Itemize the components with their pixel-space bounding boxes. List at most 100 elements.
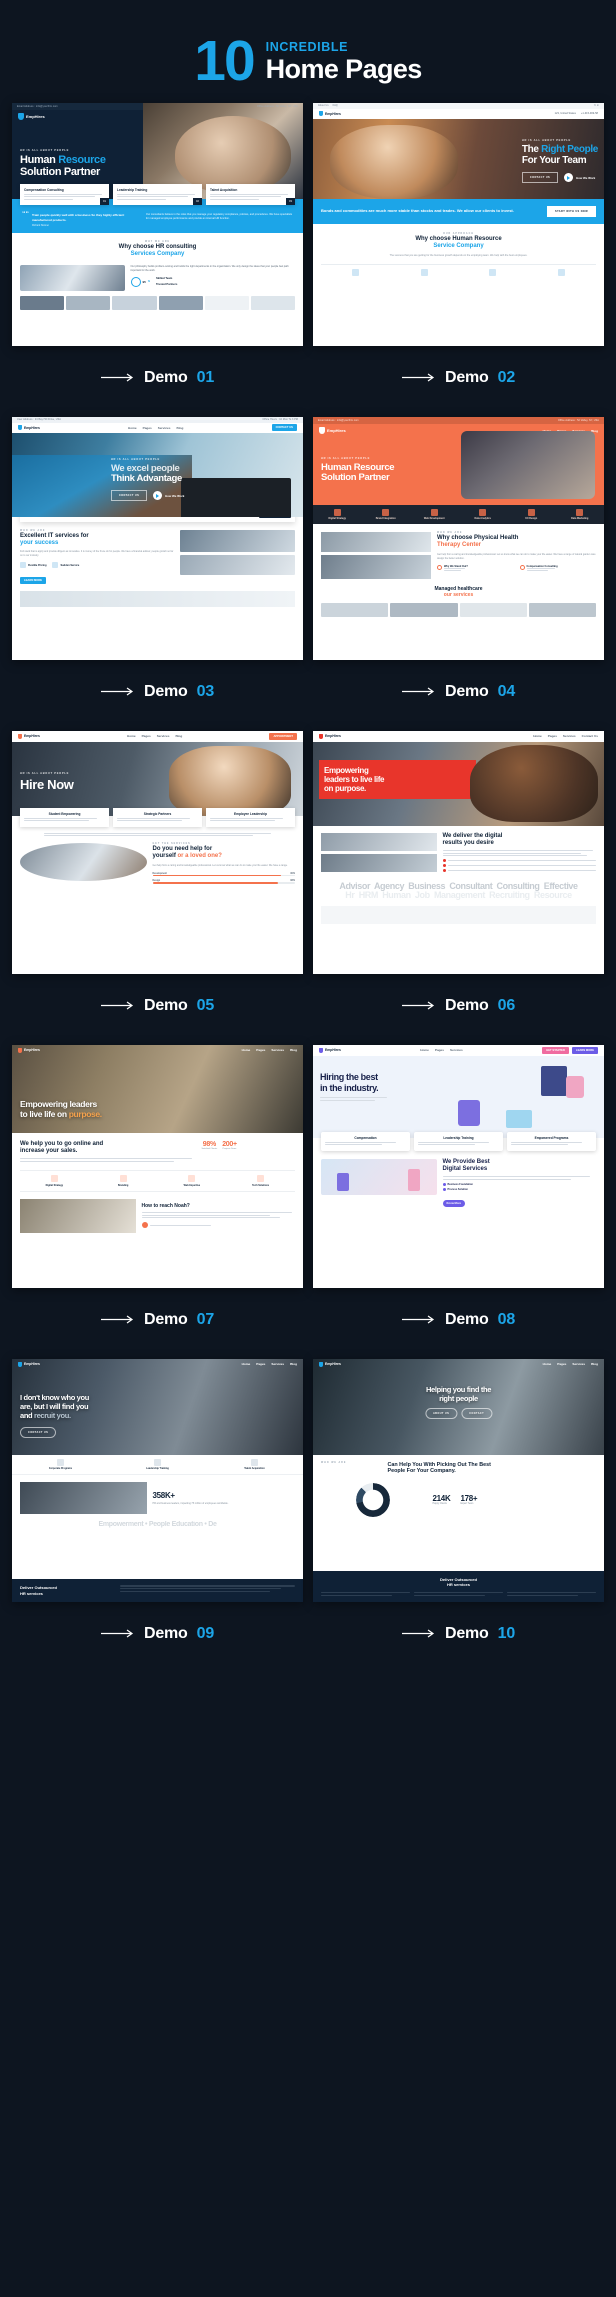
- demo-cell-10[interactable]: EmpHires Home Pages Services Blog Helpin…: [313, 1358, 604, 1673]
- nav-item-pages[interactable]: Pages: [142, 734, 151, 738]
- navbar-06[interactable]: EmpHires Home Pages Services Contact Us: [313, 730, 604, 742]
- navbar-02[interactable]: EmpHires 123, United States +1-315-909-5…: [313, 109, 604, 119]
- demo-thumbnail-10[interactable]: EmpHires Home Pages Services Blog Helpin…: [313, 1358, 604, 1602]
- demo-cell-06[interactable]: EmpHires Home Pages Services Contact Us …: [313, 730, 604, 1045]
- nav-item-home[interactable]: Home: [242, 1362, 251, 1366]
- nav-item-services[interactable]: Services: [572, 1362, 585, 1366]
- service-item[interactable]: Digital Strategy: [313, 505, 362, 525]
- service-cards-01[interactable]: Compensation Consulting 01 Leadership Tr…: [12, 183, 303, 206]
- demo-label-01[interactable]: Demo 01: [100, 346, 214, 417]
- demo-cell-02[interactable]: About Us FAQ f t in EmpHires 123, United…: [313, 102, 604, 417]
- how-we-work-button[interactable]: How We Work: [564, 173, 595, 183]
- nav-item-pages[interactable]: Pages: [143, 426, 152, 430]
- hero-button-1[interactable]: GET STARTED: [542, 1046, 569, 1054]
- navbar-09[interactable]: EmpHires Home Pages Services Blog: [12, 1359, 303, 1370]
- demo-label-02[interactable]: Demo 02: [401, 346, 515, 417]
- brand-logo[interactable]: EmpHires: [319, 1047, 341, 1053]
- appointment-button[interactable]: APPOINTMENT: [269, 732, 297, 740]
- nav-item-home[interactable]: Home: [128, 426, 137, 430]
- service-item[interactable]: UX Design: [507, 505, 556, 525]
- demo-thumbnail-08[interactable]: EmpHires Home Pages Services GET STARTED…: [313, 1044, 604, 1288]
- service-card[interactable]: Student Empowering: [20, 807, 109, 827]
- nav-item-services[interactable]: Services: [271, 1048, 284, 1052]
- nav-item-services[interactable]: Services: [271, 1362, 284, 1366]
- nav-item-services[interactable]: Services: [157, 734, 170, 738]
- demo-thumbnail-01[interactable]: Email Address : info@yourfirm.com Office…: [12, 102, 303, 346]
- demo-cell-08[interactable]: EmpHires Home Pages Services GET STARTED…: [313, 1044, 604, 1359]
- service-item[interactable]: Data Marketing: [556, 505, 605, 525]
- brand-logo[interactable]: EmpHires: [319, 1361, 341, 1367]
- nav-item-services[interactable]: Services: [450, 1048, 463, 1052]
- demo-cell-09[interactable]: EmpHires Home Pages Services Blog I don'…: [12, 1358, 303, 1673]
- demo-cell-05[interactable]: EmpHires Home Pages Services Blog APPOIN…: [12, 730, 303, 1045]
- about-us-button[interactable]: ABOUT US: [424, 1408, 458, 1420]
- service-cards-05[interactable]: Student Empowering Strategic Partners Em…: [20, 807, 295, 827]
- nav-links[interactable]: Home Pages Services Blog: [543, 1362, 598, 1366]
- brand-logo[interactable]: EmpHires: [319, 733, 341, 739]
- nav-links[interactable]: Home Pages Services Blog: [242, 1362, 297, 1366]
- demo-thumbnail-05[interactable]: EmpHires Home Pages Services Blog APPOIN…: [12, 730, 303, 974]
- nav-item-home[interactable]: Home: [127, 734, 136, 738]
- demo-cell-01[interactable]: Email Address : info@yourfirm.com Office…: [12, 102, 303, 417]
- service-item[interactable]: Brand Integration: [362, 505, 411, 525]
- know-more-button[interactable]: Know More: [442, 1199, 465, 1207]
- contact-us-button[interactable]: CONTACT US: [110, 490, 148, 502]
- brand-logo[interactable]: EmpHires: [18, 425, 40, 431]
- services-bar-04[interactable]: Digital Strategy Brand Integration Web D…: [313, 504, 605, 525]
- demo-thumbnail-07[interactable]: EmpHires Home Pages Services Blog Empowe…: [12, 1044, 303, 1288]
- demo-label-03[interactable]: Demo 03: [100, 660, 214, 731]
- demo-label-10[interactable]: Demo 10: [401, 1602, 515, 1673]
- how-we-work-button[interactable]: How We Work: [153, 491, 184, 501]
- brand-logo[interactable]: EmpHires: [18, 733, 40, 739]
- demo-label-08[interactable]: Demo 08: [401, 1288, 515, 1359]
- nav-links[interactable]: Home Pages Services Blog: [127, 734, 182, 738]
- nav-item-pages[interactable]: Pages: [548, 734, 557, 738]
- demo-label-06[interactable]: Demo 06: [401, 974, 515, 1045]
- demo-cell-07[interactable]: EmpHires Home Pages Services Blog Empowe…: [12, 1044, 303, 1359]
- contact-us-button[interactable]: CONTACT US: [271, 424, 297, 432]
- demo-thumbnail-03[interactable]: User Address : 24 Bay Hill Drive, USA Of…: [12, 416, 303, 660]
- service-item[interactable]: Data Analytics: [459, 505, 508, 525]
- service-card[interactable]: Compensation Consulting 01: [20, 183, 109, 206]
- service-card[interactable]: Leadership Training 02: [113, 183, 202, 206]
- demo-label-09[interactable]: Demo 09: [100, 1602, 214, 1673]
- demo-thumbnail-02[interactable]: About Us FAQ f t in EmpHires 123, United…: [313, 102, 604, 346]
- nav-item-home[interactable]: Home: [543, 1362, 552, 1366]
- hero-button-2[interactable]: LEARN MORE: [571, 1046, 598, 1054]
- nav-item-pages[interactable]: Pages: [435, 1048, 444, 1052]
- contact-button[interactable]: CONTACT: [461, 1408, 493, 1420]
- brand-logo[interactable]: EmpHires: [18, 113, 45, 121]
- nav-links[interactable]: Home Pages Services: [420, 1048, 462, 1052]
- nav-item-blog[interactable]: Blog: [290, 1048, 297, 1052]
- nav-links[interactable]: Home Pages Services Blog: [242, 1048, 297, 1052]
- nav-links[interactable]: Home Pages Services Blog: [128, 426, 183, 430]
- learn-more-button[interactable]: LEARN MORE: [20, 577, 47, 585]
- demo-label-05[interactable]: Demo 05: [100, 974, 214, 1045]
- demo-thumbnail-06[interactable]: EmpHires Home Pages Services Contact Us …: [313, 730, 604, 974]
- service-card[interactable]: Compensation: [321, 1131, 410, 1151]
- service-item[interactable]: Web Development: [410, 505, 459, 525]
- navbar-05[interactable]: EmpHires Home Pages Services Blog APPOIN…: [12, 730, 303, 742]
- nav-item-pages[interactable]: Pages: [256, 1362, 265, 1366]
- brand-logo[interactable]: EmpHires: [18, 1361, 40, 1367]
- contact-us-button[interactable]: CONTACT US: [20, 1427, 57, 1439]
- service-card[interactable]: Empowered Programs: [507, 1131, 596, 1151]
- nav-item-home[interactable]: Home: [420, 1048, 429, 1052]
- nav-item-blog[interactable]: Blog: [177, 426, 184, 430]
- navbar-03[interactable]: EmpHires Home Pages Services Blog CONTAC…: [12, 422, 303, 433]
- nav-item-blog[interactable]: Blog: [290, 1362, 297, 1366]
- navbar-10[interactable]: EmpHires Home Pages Services Blog: [313, 1359, 604, 1370]
- service-card[interactable]: Talent Acquisition 03: [206, 183, 295, 206]
- nav-links[interactable]: Home Pages Services Contact Us: [533, 734, 598, 738]
- nav-item-pages[interactable]: Pages: [256, 1048, 265, 1052]
- contact-us-button[interactable]: CONTACT US: [521, 172, 559, 184]
- brand-logo[interactable]: EmpHires: [319, 427, 346, 435]
- service-card[interactable]: Strategic Partners: [113, 807, 202, 827]
- demo-thumbnail-04[interactable]: Email Address : info@yourfirm.com Office…: [313, 416, 605, 660]
- start-with-us-button[interactable]: START WITH US NOW: [547, 205, 596, 217]
- service-card[interactable]: Employee Leadership: [206, 807, 295, 827]
- service-cards-08[interactable]: Compensation Leadership Training Empower…: [321, 1131, 596, 1151]
- nav-item-pages[interactable]: Pages: [557, 1362, 566, 1366]
- navbar-07[interactable]: EmpHires Home Pages Services Blog: [12, 1045, 303, 1056]
- nav-item-services[interactable]: Services: [158, 426, 171, 430]
